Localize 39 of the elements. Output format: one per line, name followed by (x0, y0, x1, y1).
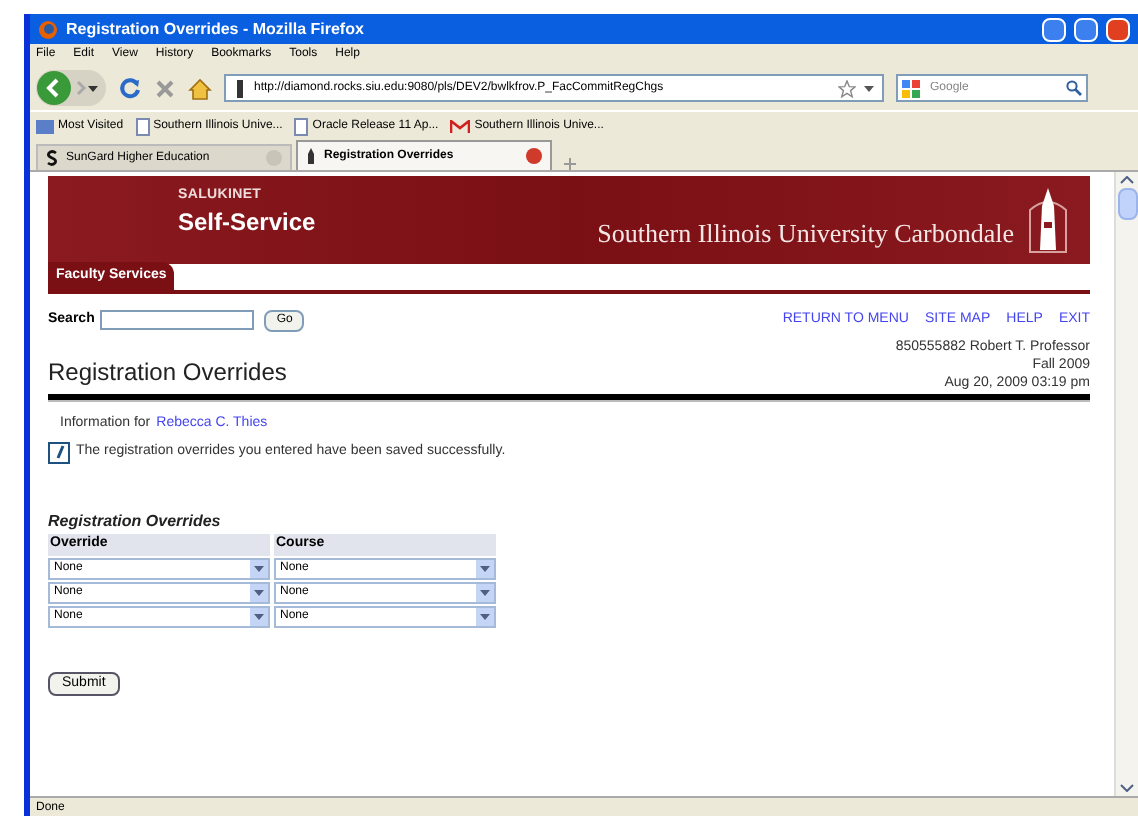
close-tab-button[interactable] (526, 148, 542, 164)
university-name: Southern Illinois University Carbondale (597, 215, 1014, 252)
window-title: Registration Overrides - Mozilla Firefox (66, 17, 366, 41)
browser-logo-icon (38, 19, 58, 39)
search-engine-icon[interactable] (902, 79, 922, 97)
reload-icon[interactable] (118, 76, 142, 100)
caret-icon (254, 613, 264, 619)
mail-icon (450, 119, 471, 133)
site-logo-icon (46, 150, 58, 166)
page-icon (135, 117, 150, 135)
close-button[interactable] (1106, 17, 1130, 41)
scrollbar-thumb[interactable] (1117, 188, 1137, 220)
caret-icon (254, 565, 264, 571)
back-forward-button[interactable] (36, 70, 106, 106)
scrollbar[interactable] (1114, 172, 1138, 796)
folder-icon (36, 118, 54, 134)
scroll-up-icon[interactable] (1120, 176, 1134, 184)
scroll-down-icon[interactable] (1120, 784, 1134, 792)
check-icon (51, 444, 67, 460)
caret-icon (88, 85, 98, 91)
section-heading: Registration Overrides (48, 509, 223, 533)
caret-icon (480, 589, 490, 595)
caret-icon[interactable] (864, 85, 874, 91)
stop-icon[interactable] (154, 77, 176, 99)
tower-icon (306, 148, 316, 164)
star-icon[interactable] (838, 79, 856, 97)
checkbox[interactable] (48, 441, 70, 463)
caret-icon (480, 565, 490, 571)
search-icon[interactable] (1066, 80, 1082, 96)
caret-icon (480, 613, 490, 619)
page-title: Registration Overrides (48, 356, 287, 390)
search-field[interactable] (100, 310, 255, 330)
minimize-button[interactable] (1042, 17, 1066, 41)
product-name: Self-Service (178, 207, 316, 237)
maximize-button[interactable] (1074, 17, 1098, 41)
caret-icon (254, 589, 264, 595)
home-icon[interactable] (188, 77, 212, 99)
tower-icon (1026, 186, 1070, 254)
page-icon (294, 117, 309, 135)
